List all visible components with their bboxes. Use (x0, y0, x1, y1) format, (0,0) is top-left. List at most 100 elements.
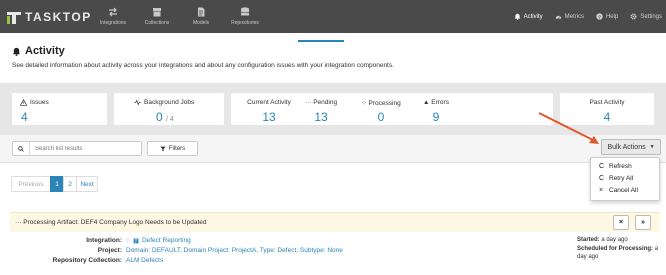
started-value: a day ago (601, 237, 628, 243)
started-label: Started: (577, 237, 600, 243)
pagination: Previous 1 2 Next (11, 176, 98, 192)
started-info: Started: a day ago (577, 236, 663, 244)
issues-label: Issues (30, 99, 49, 106)
nav-repositories[interactable]: Repositories (227, 0, 263, 33)
nav-models[interactable]: Models (183, 0, 219, 33)
pending-label: Pending (313, 99, 338, 106)
nav-activity-label: Activity (523, 13, 543, 20)
bell-icon (514, 13, 520, 20)
nav-metrics[interactable]: Metrics (555, 13, 584, 20)
current-activity-label: Current Activity (247, 99, 291, 106)
gear-icon (630, 13, 637, 20)
error-triangle-icon: ▲ (423, 99, 430, 106)
integration-label: Integration: (86, 237, 122, 244)
integration-link[interactable]: Defect Reporting (142, 237, 191, 244)
page-title-text: Activity (25, 45, 65, 57)
refresh-icon: C (599, 163, 605, 170)
nav-settings[interactable]: Settings (630, 13, 662, 20)
box-icon (153, 8, 161, 17)
page-2-button[interactable]: 2 (63, 176, 77, 192)
processing-tab[interactable]: ⁘ Processing (355, 99, 407, 107)
filters-button[interactable]: Filters (147, 141, 198, 156)
page-title: Activity (12, 45, 65, 57)
nav-integrations-label: Integrations (99, 20, 127, 26)
menu-item-retry-all[interactable]: C Retry All (599, 175, 633, 182)
search-icon (18, 145, 24, 152)
issues-title: Issues (20, 99, 49, 106)
integration-type-icon (133, 238, 139, 243)
bulk-actions-menu: C Refresh C Retry All × Cancel All (590, 157, 660, 201)
nav-metrics-label: Metrics (564, 13, 584, 20)
nav-settings-label: Settings (640, 13, 662, 20)
bulk-actions-button[interactable]: Bulk Actions ▼ (601, 139, 661, 155)
gauge-icon (555, 15, 561, 19)
errors-count[interactable]: 9 (413, 110, 459, 124)
search-button[interactable] (13, 142, 30, 155)
search-box (12, 141, 142, 156)
background-jobs-count: 0 (156, 110, 163, 124)
previous-page-button[interactable]: Previous (11, 176, 51, 192)
document-icon (198, 7, 205, 17)
background-jobs-total: / 4 (166, 116, 174, 123)
retry-icon: C (599, 175, 605, 182)
bell-icon (12, 47, 21, 56)
logo-mark-icon (7, 10, 21, 24)
current-activity-card: Current Activity 13 ··· Pending 13 ⁘ Pro… (231, 93, 553, 125)
nav-help[interactable]: ? Help (596, 13, 618, 20)
background-jobs-title: Background Jobs (134, 99, 194, 106)
nav-help-label: Help (605, 13, 619, 20)
repository-collection-label: Repository Collection: (52, 257, 122, 264)
nav-activity[interactable]: Activity (514, 13, 543, 20)
dismiss-button[interactable]: × (613, 215, 629, 230)
scheduled-info: Scheduled for Processing: a day ago (577, 245, 663, 261)
top-right-menu: Activity Metrics ? Help Settings (502, 0, 662, 33)
nav-repositories-label: Repositories (231, 20, 259, 26)
pending-tab[interactable]: ··· Pending (298, 99, 344, 106)
errors-label: Errors (431, 99, 449, 106)
next-page-button[interactable]: Next (76, 176, 98, 192)
nav-integrations[interactable]: Integrations (95, 0, 131, 33)
annotation-arrow (538, 112, 599, 144)
tasktop-logo[interactable]: TASKTOP (0, 0, 95, 33)
pending-count[interactable]: 13 (298, 110, 344, 124)
caret-down-icon: ▼ (649, 144, 655, 150)
menu-item-cancel-all[interactable]: × Cancel All (599, 187, 638, 194)
spinner-icon: ⁘ (361, 100, 367, 107)
scheduled-label: Scheduled for Processing: (577, 246, 654, 252)
page-1-button[interactable]: 1 (50, 176, 64, 192)
arrows-icon (109, 7, 117, 17)
integration-value: ○ Defect Reporting (126, 237, 191, 244)
nav-collections[interactable]: Collections (139, 0, 175, 33)
activity-item-details: Integration: ○ Defect Reporting Project:… (10, 235, 660, 275)
menu-item-refresh[interactable]: C Refresh (599, 163, 632, 170)
errors-tab[interactable]: ▲ Errors (413, 99, 459, 106)
issues-count: 4 (21, 110, 28, 124)
pulse-icon (134, 99, 141, 106)
status-circle-icon: ○ (126, 237, 130, 244)
repository-collection-link[interactable]: ALM Defects (126, 257, 163, 264)
activity-item-title: ··· Processing Artifact: DEF4 Company Lo… (15, 219, 207, 226)
background-jobs-card[interactable]: Background Jobs 0 / 4 (114, 93, 224, 125)
page-subtitle: See detailed information about activity … (12, 62, 394, 69)
menu-item-refresh-label: Refresh (609, 163, 632, 170)
activity-item-header[interactable]: ··· Processing Artifact: DEF4 Company Lo… (10, 212, 660, 232)
close-icon: × (599, 187, 604, 194)
active-tab-indicator (298, 40, 344, 42)
nav-collections-label: Collections (144, 20, 170, 26)
past-activity-label: Past Activity (589, 99, 625, 106)
issues-card[interactable]: Issues 4 (12, 93, 107, 125)
processing-label: Processing (368, 100, 401, 107)
svg-text:?: ? (598, 14, 601, 20)
background-jobs-values: 0 / 4 (156, 110, 174, 124)
nav-models-label: Models (192, 20, 210, 26)
pending-dots-icon: ··· (304, 99, 312, 106)
search-input[interactable] (30, 145, 130, 152)
main-nav: Integrations Collections Models Reposito… (95, 0, 271, 33)
filter-icon (160, 146, 166, 151)
processing-count[interactable]: 0 (355, 110, 407, 124)
expand-button[interactable]: » (635, 215, 651, 230)
current-activity-count: 13 (262, 110, 276, 124)
project-link[interactable]: Domain: DEFAULT, Domain Project: Project… (126, 247, 343, 254)
top-navigation-bar: TASKTOP Integrations Collections Models … (0, 0, 666, 33)
question-icon: ? (596, 13, 603, 20)
